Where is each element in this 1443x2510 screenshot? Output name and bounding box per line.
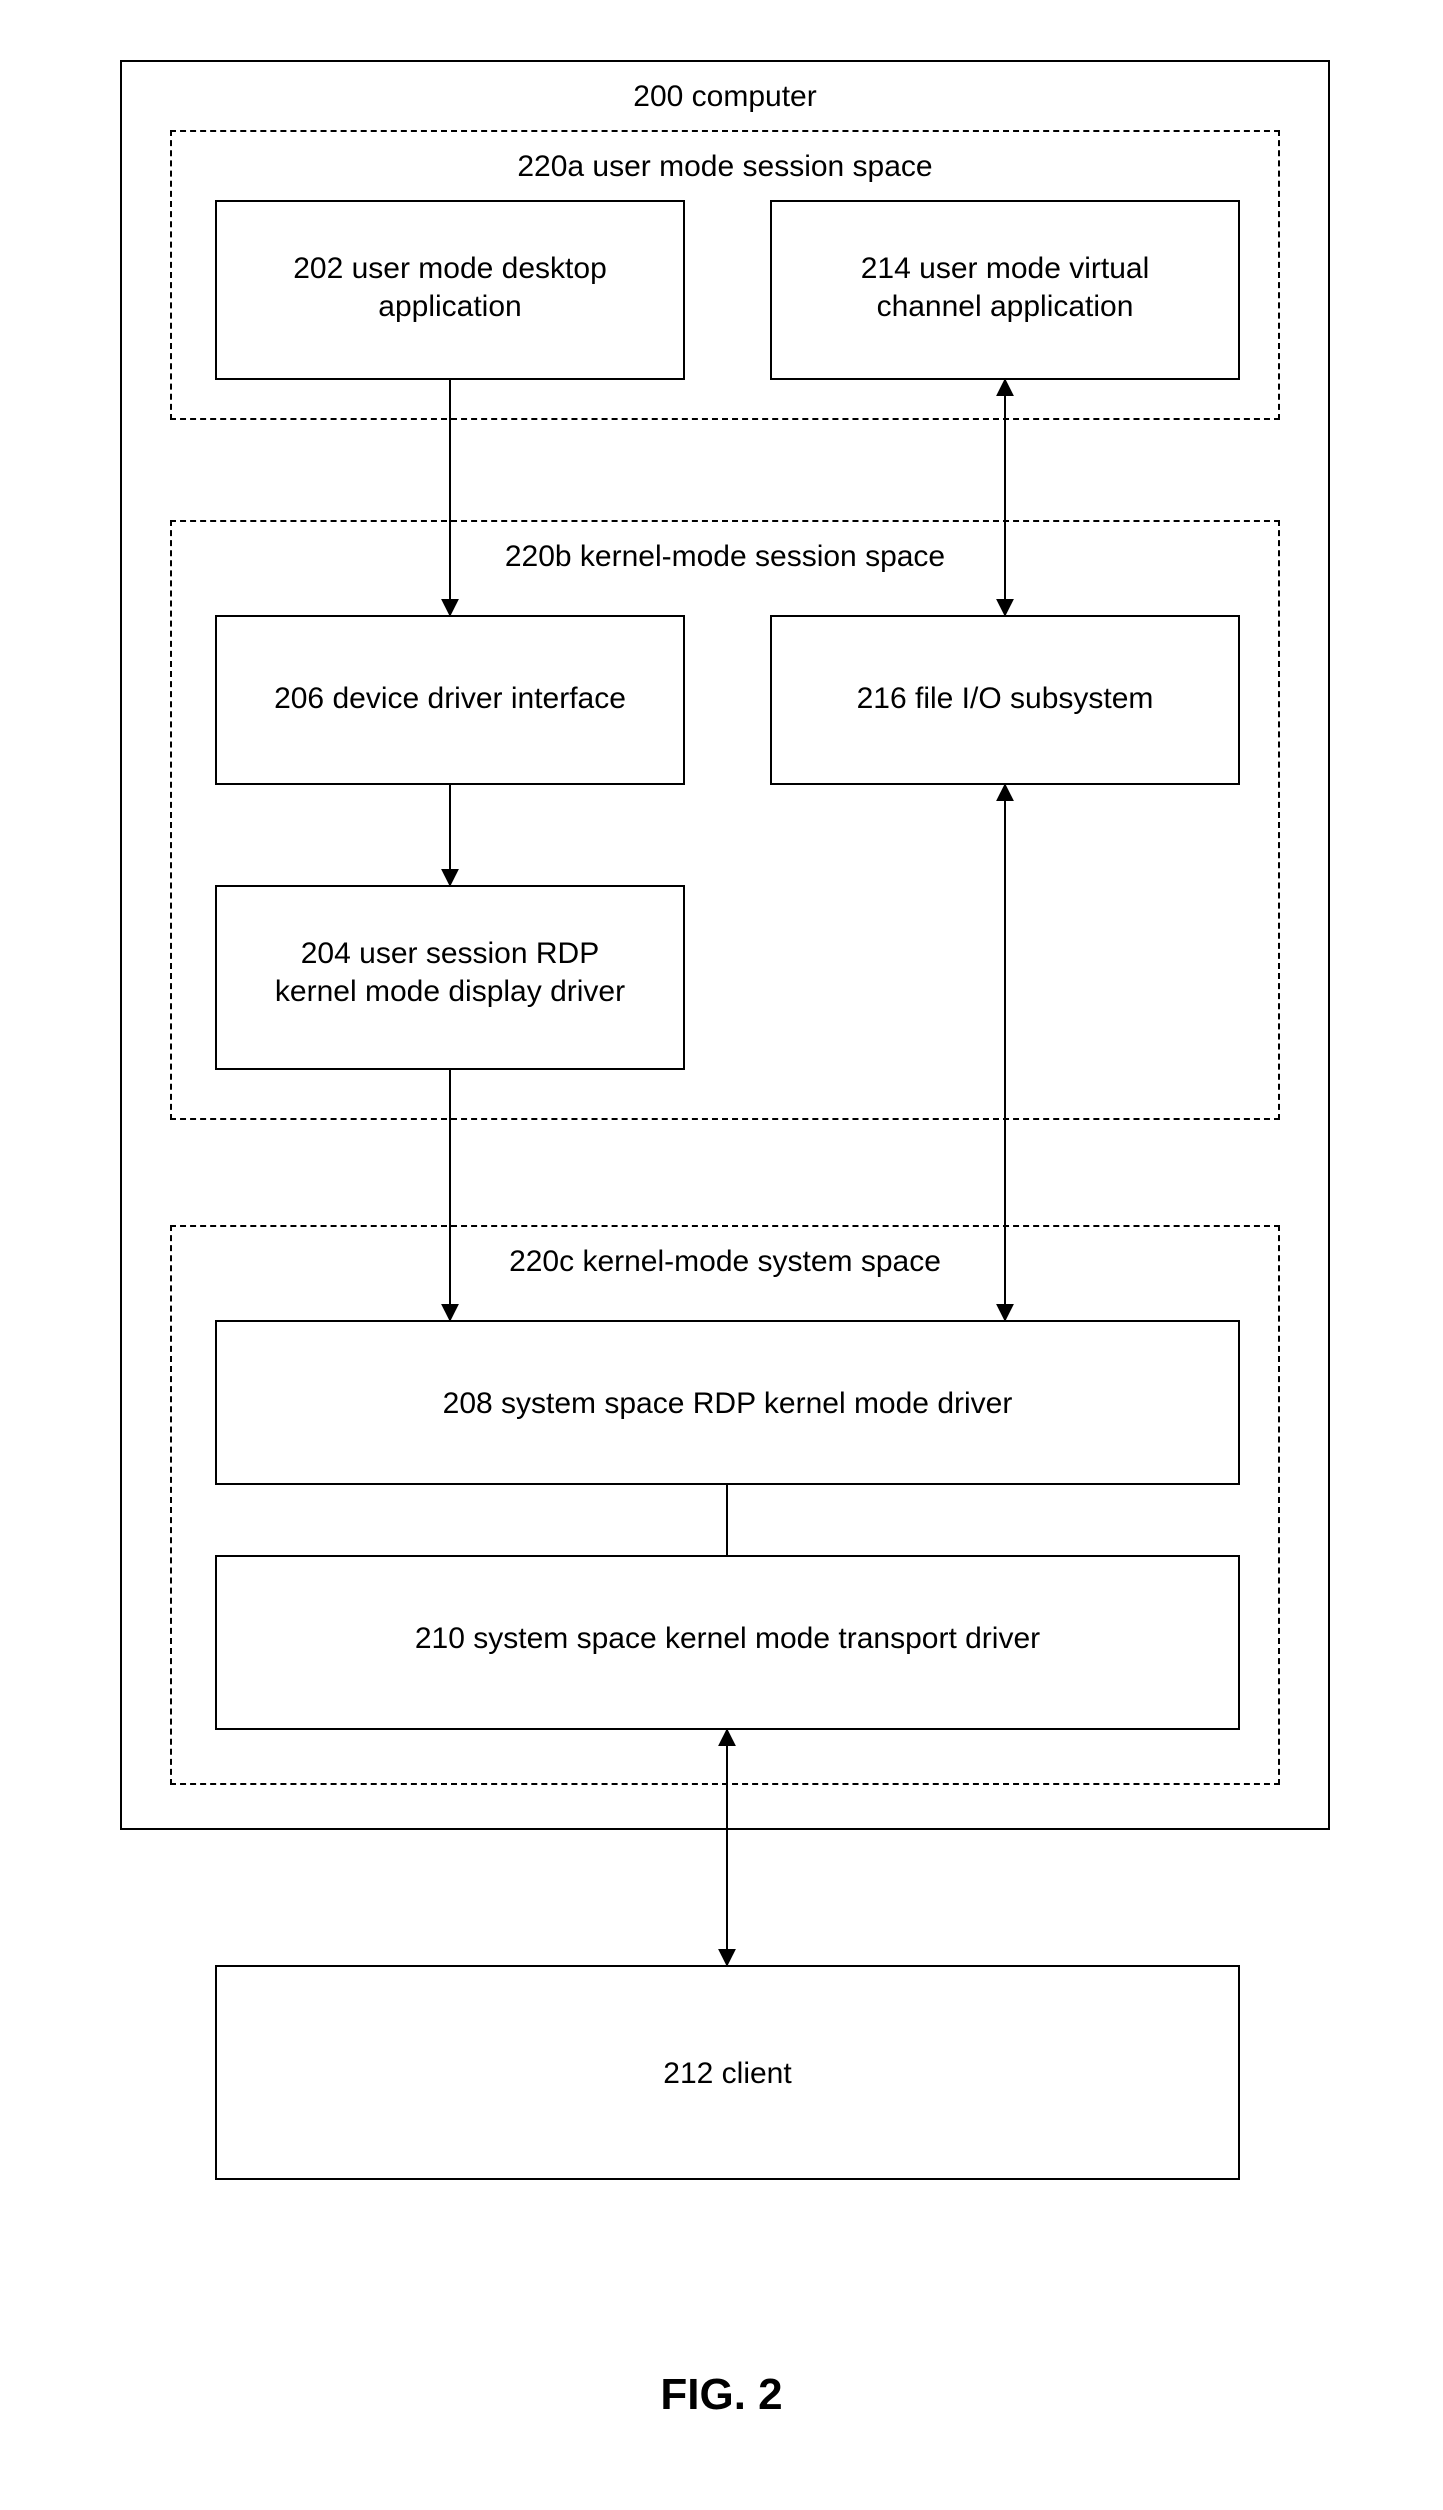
box-202-label: 202 user mode desktop application	[215, 250, 685, 325]
section-220a-title: 220a user mode session space	[170, 148, 1280, 186]
box-206-label: 206 device driver interface	[215, 680, 685, 718]
box-204-label: 204 user session RDP kernel mode display…	[215, 935, 685, 1010]
box-208-label: 208 system space RDP kernel mode driver	[215, 1385, 1240, 1423]
computer-title: 200 computer	[120, 78, 1330, 116]
diagram-page: 200 computer 220a user mode session spac…	[0, 0, 1443, 2510]
figure-caption: FIG. 2	[0, 2370, 1443, 2420]
box-212-client-label: 212 client	[215, 2055, 1240, 2093]
section-220b-title: 220b kernel-mode session space	[170, 538, 1280, 576]
section-220c-title: 220c kernel-mode system space	[170, 1243, 1280, 1281]
box-216-label: 216 file I/O subsystem	[770, 680, 1240, 718]
box-210-label: 210 system space kernel mode transport d…	[215, 1620, 1240, 1658]
box-214-label: 214 user mode virtual channel applicatio…	[770, 250, 1240, 325]
